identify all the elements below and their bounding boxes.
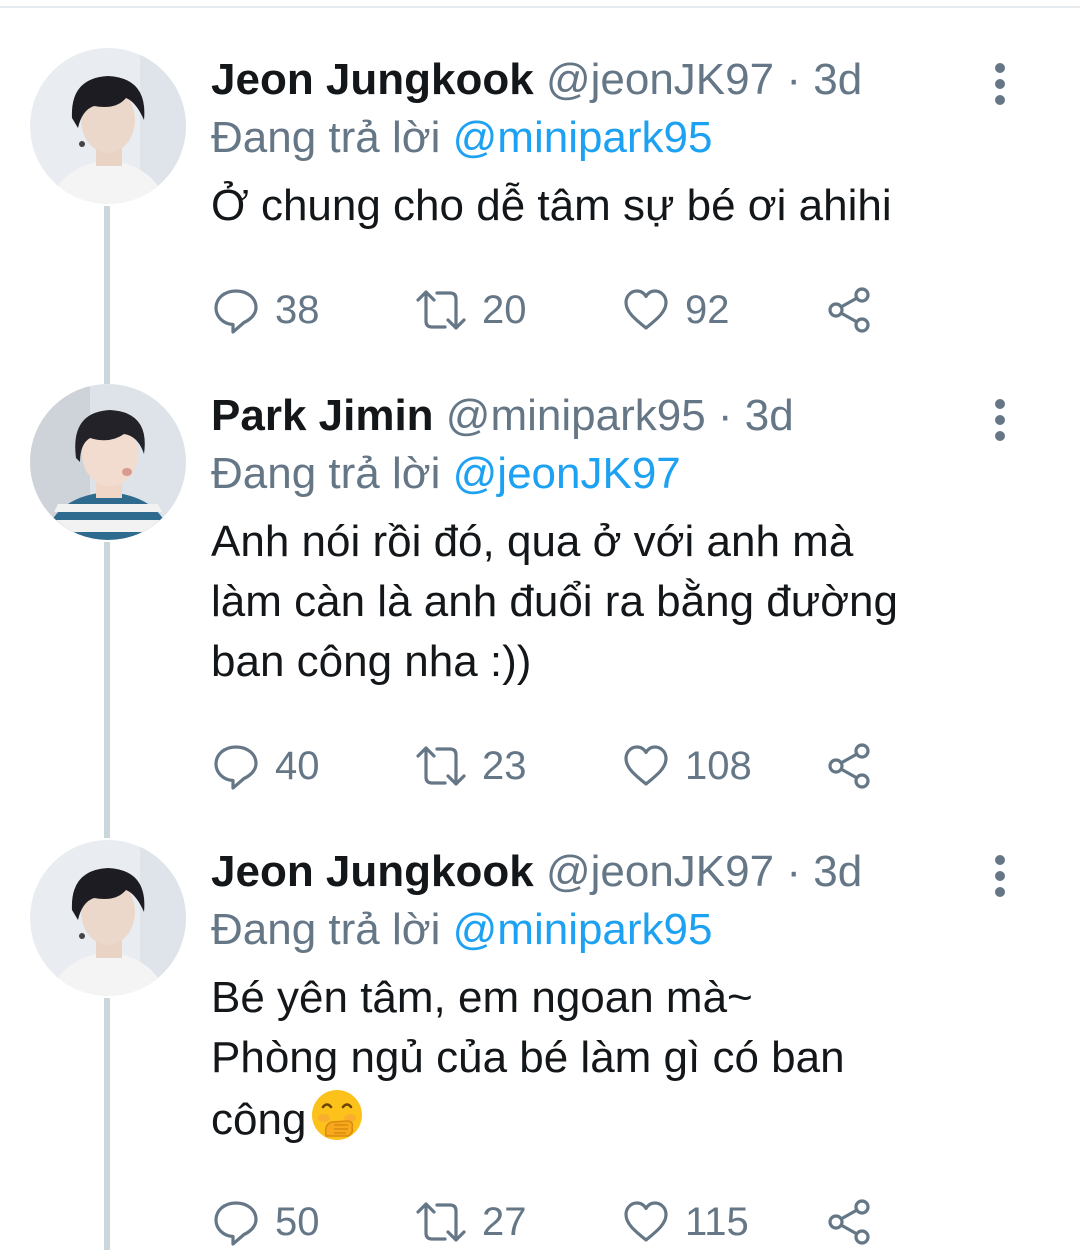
tweet-text-line-last: công <box>211 1088 1011 1150</box>
separator-dot: · <box>786 55 801 104</box>
reply-button[interactable]: 40 <box>211 738 320 794</box>
user-handle[interactable]: @minipark95 <box>446 391 706 440</box>
replying-to-label: Đang trả lời <box>211 905 441 954</box>
face-with-hand-over-mouth-emoji <box>312 1090 363 1140</box>
more-vertical-icon <box>995 855 1005 897</box>
separator-dot: · <box>717 391 733 440</box>
tweet-text-line: Ở chung cho dễ tâm sự bé ơi ahihi <box>211 181 892 230</box>
mention-link[interactable]: @jeonJK97 <box>453 449 681 498</box>
more-vertical-icon <box>995 399 1005 441</box>
more-options-button[interactable] <box>980 392 1020 452</box>
share-button[interactable] <box>825 738 875 794</box>
speech-bubble-icon <box>214 289 258 334</box>
retweet-button[interactable]: 27 <box>414 1194 527 1250</box>
retweet-count: 20 <box>482 287 527 332</box>
tweet[interactable]: Park Jimin @minipark95 · 3d Đang trả lời… <box>0 360 1080 820</box>
heart-icon <box>624 745 668 786</box>
share-icon <box>828 743 870 789</box>
speech-bubble-icon <box>214 1201 258 1246</box>
retweet-icon <box>416 1202 466 1242</box>
tweet-header: Jeon Jungkook @jeonJK97 · 3d <box>211 52 1011 108</box>
display-name[interactable]: Jeon Jungkook <box>211 55 534 104</box>
like-button[interactable]: 115 <box>621 1194 749 1250</box>
mention-link[interactable]: @minipark95 <box>453 113 713 162</box>
retweet-count: 23 <box>482 743 527 788</box>
replying-to: Đang trả lời @minipark95 <box>211 900 1011 960</box>
more-options-button[interactable] <box>980 56 1020 116</box>
mention-link[interactable]: @minipark95 <box>453 905 713 954</box>
timestamp[interactable]: 3d <box>745 391 794 440</box>
tweet-text: Anh nói rồi đó, qua ở với anh mà làm càn… <box>211 512 1011 692</box>
tweet-actions: 38 20 92 <box>211 282 911 338</box>
tweet-text-line: Anh nói rồi đó, qua ở với anh mà <box>211 517 854 566</box>
display-name[interactable]: Park Jimin <box>211 391 434 440</box>
reply-button[interactable]: 38 <box>211 282 320 338</box>
display-name[interactable]: Jeon Jungkook <box>211 847 534 896</box>
retweet-icon <box>416 290 466 330</box>
tweet-actions: 40 23 108 <box>211 738 911 794</box>
replying-to: Đang trả lời @minipark95 <box>211 108 1011 168</box>
reply-count: 40 <box>275 743 320 788</box>
share-icon <box>828 287 870 333</box>
like-count: 108 <box>685 743 752 788</box>
retweet-button[interactable]: 23 <box>414 738 527 794</box>
like-button[interactable]: 108 <box>621 738 752 794</box>
more-options-button[interactable] <box>980 848 1020 908</box>
share-button[interactable] <box>825 1194 875 1250</box>
retweet-icon <box>416 746 466 786</box>
tweet-text-line: ban công nha :)) <box>211 637 532 686</box>
timestamp[interactable]: 3d <box>813 847 862 896</box>
tweet-header: Park Jimin @minipark95 · 3d <box>211 388 1011 444</box>
user-handle[interactable]: @jeonJK97 <box>546 55 774 104</box>
user-handle[interactable]: @jeonJK97 <box>546 847 774 896</box>
avatar[interactable] <box>30 840 186 996</box>
reply-count: 38 <box>275 287 320 332</box>
replying-to-label: Đang trả lời <box>211 113 441 162</box>
tweet-actions: 50 27 115 <box>211 1194 911 1250</box>
timestamp[interactable]: 3d <box>813 55 862 104</box>
like-count: 115 <box>685 1199 749 1244</box>
avatar[interactable] <box>30 384 186 540</box>
replying-to: Đang trả lời @jeonJK97 <box>211 444 1011 504</box>
retweet-count: 27 <box>482 1199 527 1244</box>
tweet-text-line: Bé yên tâm, em ngoan mà~ <box>211 973 753 1022</box>
reply-count: 50 <box>275 1199 320 1244</box>
retweet-button[interactable]: 20 <box>414 282 527 338</box>
speech-bubble-icon <box>214 745 258 790</box>
share-icon <box>828 1199 870 1245</box>
tweet-text: Bé yên tâm, em ngoan mà~ Phòng ngủ của b… <box>211 968 1011 1150</box>
tweet-text-line: làm càn là anh đuổi ra bằng đường <box>211 577 898 626</box>
tweet[interactable]: Jeon Jungkook @jeonJK97 · 3d Đang trả lờ… <box>0 820 1080 1250</box>
share-button[interactable] <box>825 282 875 338</box>
replying-to-label: Đang trả lời <box>211 449 441 498</box>
reply-button[interactable]: 50 <box>211 1194 320 1250</box>
tweet-text-line: công <box>211 1095 307 1144</box>
like-count: 92 <box>685 287 730 332</box>
tweet-text: Ở chung cho dễ tâm sự bé ơi ahihi <box>211 176 1011 236</box>
tweet-text-line: Phòng ngủ của bé làm gì có ban <box>211 1033 845 1082</box>
tweet-header: Jeon Jungkook @jeonJK97 · 3d <box>211 844 1011 900</box>
avatar[interactable] <box>30 48 186 204</box>
heart-icon <box>624 1201 668 1242</box>
like-button[interactable]: 92 <box>621 282 730 338</box>
separator-dot: · <box>786 847 801 896</box>
more-vertical-icon <box>995 63 1005 105</box>
tweet[interactable]: Jeon Jungkook @jeonJK97 · 3d Đang trả lờ… <box>0 0 1080 360</box>
heart-icon <box>624 289 668 330</box>
